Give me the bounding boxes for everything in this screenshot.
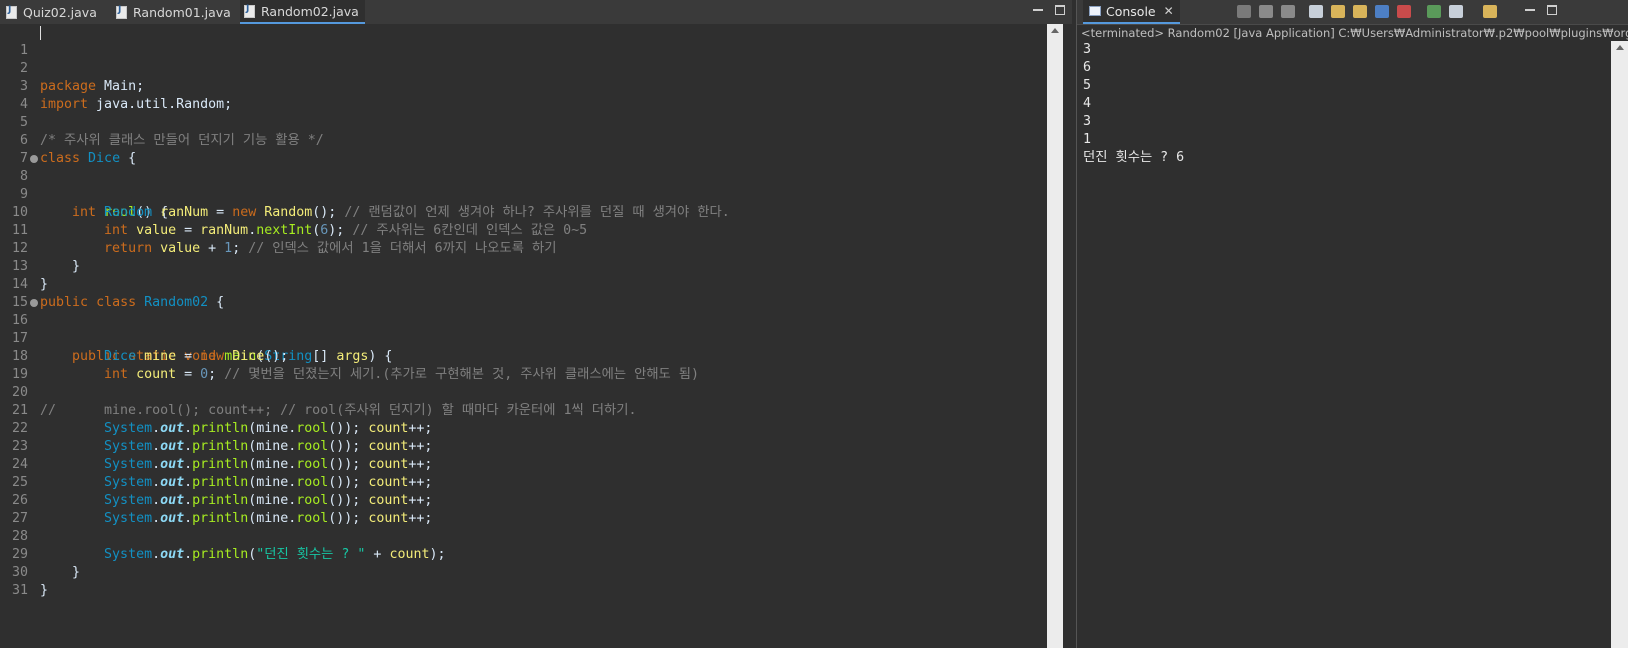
code-line: 1 package Main; [0, 24, 1047, 94]
code-line: 8 int rool() { [0, 150, 1047, 220]
code-line: 16 public static void main(String[] args… [0, 294, 1047, 364]
tab-random01[interactable]: Random01.java [116, 0, 231, 24]
console-output-line: 4 [1083, 96, 1092, 111]
code-line: 9 Random ranNum = new Random(); // 랜덤값이 … [0, 168, 1047, 220]
tab-label: Quiz02.java [23, 4, 97, 20]
tab-random02[interactable]: Random02.java [240, 0, 365, 24]
text-caret [40, 26, 41, 40]
fold-toggle-icon[interactable] [30, 299, 38, 307]
open-console-icon[interactable] [1483, 5, 1497, 18]
code-line: 15 [0, 276, 1047, 310]
code-line: 26 System.out.println(mine.rool()); coun… [0, 474, 1047, 526]
code-editor[interactable]: 1 package Main; 2 3 import java.util.Ran… [0, 24, 1047, 648]
code-line: 13 } [0, 240, 1047, 292]
fold-toggle-icon[interactable] [30, 155, 38, 163]
code-line: 28 System.out.println("던진 횟수는 ? " + coun… [0, 510, 1047, 562]
pin-console-icon[interactable] [1427, 5, 1441, 18]
tab-label: Random01.java [133, 4, 231, 20]
code-line: 17 Dice mine = new Dice(); [0, 312, 1047, 364]
console-vertical-scrollbar[interactable] [1611, 41, 1628, 648]
console-tab-label: Console [1106, 3, 1156, 19]
pane-divider[interactable] [1063, 24, 1072, 648]
code-line: 29 } [0, 528, 1047, 580]
code-line: 5 /* 주사위 클래스 만들어 던지기 기능 활용 */ [0, 96, 1047, 148]
code-line: 19 [0, 348, 1047, 382]
tab-quiz02[interactable]: Quiz02.java [6, 0, 97, 24]
code-line: 31 [0, 564, 1047, 598]
clear-console-icon[interactable] [1309, 5, 1323, 18]
word-wrap-icon[interactable] [1353, 5, 1367, 18]
remove-launch-icon[interactable] [1259, 5, 1273, 18]
code-line: 23 System.out.println(mine.rool()); coun… [0, 420, 1047, 472]
terminate-icon[interactable] [1237, 5, 1251, 18]
editor-tab-bar: Quiz02.java Random01.java Random02.java [0, 0, 1072, 25]
console-output-line: 5 [1083, 78, 1092, 93]
code-line: 6 class Dice { [0, 114, 1047, 166]
code-line: 2 [0, 42, 1047, 76]
console-tab-bar: Console ✕ [1077, 0, 1628, 25]
scroll-up-icon[interactable] [1616, 45, 1624, 50]
close-icon[interactable]: ✕ [1164, 4, 1174, 18]
console-status-line: <terminated> Random02 [Java Application]… [1081, 26, 1628, 40]
console-output-line: 던진 횟수는 ? 6 [1083, 150, 1185, 165]
code-line: 18 int count = 0; // 몇번을 던졌는지 세기.(추가로 구현… [0, 330, 1047, 382]
show-on-stdout-icon[interactable] [1375, 5, 1389, 18]
editor-vertical-scrollbar[interactable] [1047, 24, 1063, 648]
code-line: 21 System.out.println(mine.rool()); coun… [0, 384, 1047, 436]
code-line: 27 [0, 492, 1047, 526]
code-line: 7 [0, 132, 1047, 166]
scroll-lock-icon[interactable] [1331, 5, 1345, 18]
maximize-icon[interactable] [1547, 5, 1557, 15]
java-file-icon [116, 5, 127, 19]
code-line: 24 System.out.println(mine.rool()); coun… [0, 438, 1047, 490]
code-line: 20 // mine.rool(); count++; // rool(주사위 … [0, 366, 1047, 418]
editor-pane: Quiz02.java Random01.java Random02.java … [0, 0, 1072, 648]
code-line: 11 return value + 1; // 인덱스 값에서 1을 더해서 6… [0, 204, 1047, 256]
minimize-icon[interactable] [1525, 5, 1535, 15]
minimize-icon[interactable] [1033, 5, 1043, 15]
code-line: 25 System.out.println(mine.rool()); coun… [0, 456, 1047, 508]
code-line: 22 System.out.println(mine.rool()); coun… [0, 402, 1047, 454]
scroll-up-icon[interactable] [1051, 28, 1059, 33]
tab-label: Random02.java [261, 3, 359, 19]
console-pane: Console ✕ <terminated> Random02 [Java Ap… [1076, 0, 1628, 648]
tab-console[interactable]: Console ✕ [1083, 0, 1180, 24]
maximize-icon[interactable] [1055, 5, 1065, 15]
java-file-icon [244, 4, 255, 18]
code-line: 3 import java.util.Random; [0, 60, 1047, 112]
console-output-line: 6 [1083, 60, 1092, 75]
console-output-line: 3 [1083, 114, 1092, 129]
code-line: 10 int value = ranNum.nextInt(6); // 주사위… [0, 186, 1047, 238]
code-line: 4 [0, 78, 1047, 112]
code-line: 30 } [0, 546, 1047, 598]
show-on-stderr-icon[interactable] [1397, 5, 1411, 18]
code-line: 14 public class Random02 { [0, 258, 1047, 310]
console-output-line: 3 [1083, 42, 1092, 57]
line-number: 31 [11, 583, 28, 598]
console-output-line: 1 [1083, 132, 1092, 147]
display-selected-console-icon[interactable] [1449, 5, 1463, 18]
java-file-icon [6, 5, 17, 19]
code-line: 12 } [0, 222, 1047, 274]
console-icon [1089, 6, 1101, 16]
remove-all-terminated-icon[interactable] [1281, 5, 1295, 18]
console-output[interactable]: 3 6 5 4 3 1 던진 횟수는 ? 6 [1077, 41, 1611, 648]
